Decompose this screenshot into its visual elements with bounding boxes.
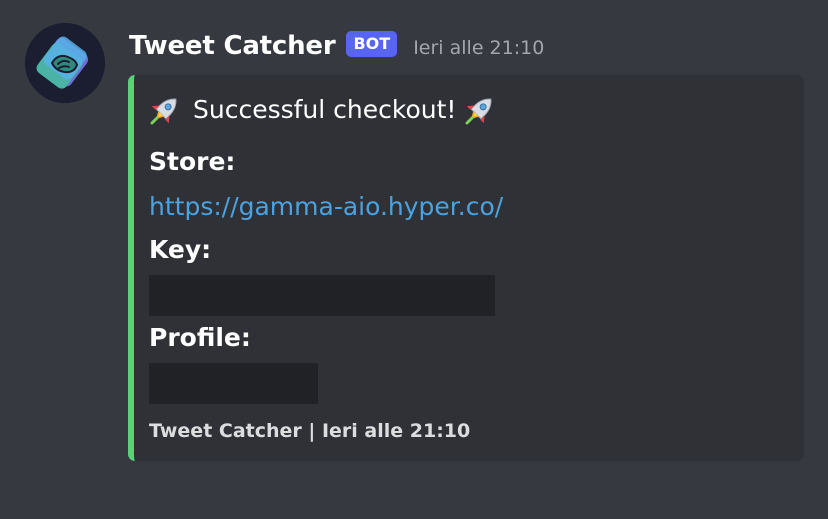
message-timestamp: Ieri alle 21:10 (413, 37, 545, 59)
key-value-redacted (149, 275, 495, 316)
field-name-profile: Profile: (149, 323, 251, 352)
field-name-key: Key: (149, 235, 212, 264)
bot-avatar[interactable] (25, 23, 105, 103)
username[interactable]: Tweet Catcher (129, 31, 336, 61)
field-name-store: Store: (149, 147, 236, 176)
embed-title-text: Successful checkout! (193, 94, 457, 124)
embed-title: Successful checkout! (149, 89, 498, 129)
rocket-icon (464, 92, 498, 126)
embed-card: Successful checkout! Store: https://gamm… (128, 75, 804, 461)
embed-footer: Tweet Catcher | Ieri alle 21:10 (149, 420, 471, 442)
tweet-catcher-logo-icon (25, 23, 105, 103)
message-header: Tweet Catcher BOT Ieri alle 21:10 (129, 26, 544, 66)
bot-tag: BOT (346, 31, 398, 57)
store-link[interactable]: https://gamma-aio.hyper.co/ (149, 192, 503, 221)
chat-message: Tweet Catcher BOT Ieri alle 21:10 Succes… (0, 0, 828, 519)
profile-value-redacted (149, 363, 318, 404)
rocket-icon (149, 92, 183, 126)
